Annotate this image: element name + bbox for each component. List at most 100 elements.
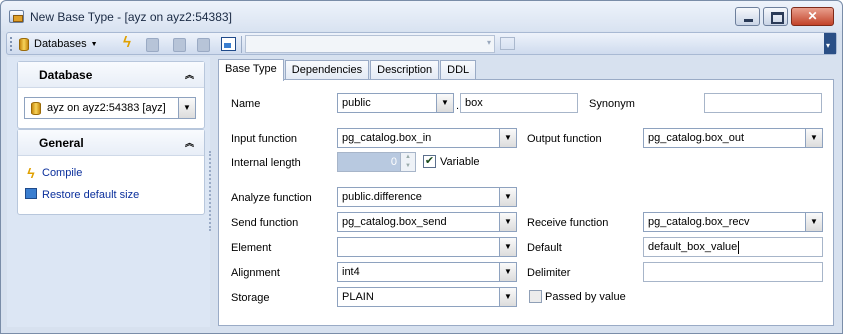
editor-window: New Base Type - [ayz on ayz2:54383] Data… bbox=[0, 0, 843, 334]
chevron-down-icon[interactable]: ▼ bbox=[499, 213, 516, 231]
chevron-down-icon[interactable]: ▼ bbox=[499, 288, 516, 306]
text-cursor bbox=[738, 240, 740, 254]
window-controls bbox=[732, 7, 834, 26]
variable-checkbox[interactable]: ✔ bbox=[423, 155, 436, 168]
window-title: New Base Type - [ayz on ayz2:54383] bbox=[30, 10, 232, 24]
internal-length-label: Internal length bbox=[231, 157, 301, 169]
compile-link[interactable]: ϟ Compile bbox=[23, 164, 204, 182]
storage-label: Storage bbox=[231, 292, 270, 304]
chevron-down-icon[interactable]: ▼ bbox=[178, 98, 195, 118]
collapse-icon[interactable]: ︽ bbox=[185, 62, 194, 88]
maximize-button[interactable] bbox=[763, 7, 788, 26]
default-input[interactable]: default_box_value bbox=[643, 237, 823, 257]
schema-value: public bbox=[342, 97, 371, 109]
alignment-value: int4 bbox=[342, 266, 360, 278]
save-icon[interactable] bbox=[146, 38, 159, 52]
analyze-function-select[interactable]: public.difference ▼ bbox=[337, 187, 517, 207]
general-panel-title: General bbox=[39, 136, 84, 150]
input-function-label: Input function bbox=[231, 133, 298, 145]
chevron-down-icon[interactable]: ▼ bbox=[499, 129, 516, 147]
delimiter-input[interactable] bbox=[643, 262, 823, 282]
print-icon[interactable] bbox=[197, 38, 210, 52]
tab-bar: Base Type Dependencies Description DDL bbox=[218, 59, 477, 81]
minimize-button[interactable] bbox=[735, 7, 760, 26]
tab-dependencies[interactable]: Dependencies bbox=[284, 60, 370, 80]
chevron-down-icon[interactable]: ▼ bbox=[805, 129, 822, 147]
database-icon bbox=[19, 37, 29, 51]
schema-select[interactable]: public ▼ bbox=[337, 93, 454, 113]
internal-length-spinner[interactable]: 0 ▲ ▼ bbox=[337, 152, 416, 172]
database-select[interactable]: ayz on ayz2:54383 [ayz] ▼ bbox=[24, 97, 196, 119]
database-icon bbox=[31, 101, 41, 115]
database-panel: Database ︽ ayz on ayz2:54383 [ayz] ▼ bbox=[17, 61, 205, 129]
chevron-down-icon[interactable]: ▼ bbox=[499, 188, 516, 206]
name-label: Name bbox=[231, 98, 261, 110]
element-select[interactable]: ▼ bbox=[337, 237, 517, 257]
send-function-label: Send function bbox=[231, 217, 299, 229]
chevron-down-icon[interactable]: ▼ bbox=[436, 94, 453, 112]
restore-default-size-label: Restore default size bbox=[42, 189, 140, 201]
chevron-down-icon[interactable]: ▼ bbox=[805, 213, 822, 231]
synonym-label: Synonym bbox=[589, 98, 635, 110]
toolbar: Databases ▼ ϟ bbox=[6, 32, 837, 55]
default-value: default_box_value bbox=[648, 241, 738, 253]
send-function-value: pg_catalog.box_send bbox=[342, 216, 447, 228]
tab-description[interactable]: Description bbox=[370, 60, 440, 80]
output-function-label: Output function bbox=[527, 133, 602, 145]
restore-size-icon bbox=[23, 188, 39, 202]
send-function-select[interactable]: pg_catalog.box_send ▼ bbox=[337, 212, 517, 232]
receive-function-select[interactable]: pg_catalog.box_recv ▼ bbox=[643, 212, 823, 232]
database-panel-header[interactable]: Database ︽ bbox=[18, 62, 204, 88]
tab-ddl[interactable]: DDL bbox=[440, 60, 477, 80]
chevron-down-icon[interactable]: ▼ bbox=[499, 263, 516, 281]
database-select-value: ayz on ayz2:54383 [ayz] bbox=[47, 102, 166, 114]
name-dot: . bbox=[456, 100, 460, 112]
passed-by-value-checkbox[interactable] bbox=[529, 290, 542, 303]
output-function-select[interactable]: pg_catalog.box_out ▼ bbox=[643, 128, 823, 148]
analyze-function-label: Analyze function bbox=[231, 192, 312, 204]
analyze-function-value: public.difference bbox=[342, 191, 422, 203]
internal-length-value: 0 bbox=[390, 156, 397, 168]
receive-function-value: pg_catalog.box_recv bbox=[648, 216, 750, 228]
restore-default-size-link[interactable]: Restore default size bbox=[23, 186, 204, 204]
navigation-sidebar: Database ︽ ayz on ayz2:54383 [ayz] ▼ Gen… bbox=[7, 57, 210, 327]
base-type-form: Name public ▼ . box Synonym Input functio… bbox=[218, 79, 834, 326]
toolbar-grip[interactable] bbox=[10, 37, 13, 51]
toolbar-options-button[interactable] bbox=[824, 33, 836, 54]
delimiter-label: Delimiter bbox=[527, 267, 571, 279]
alignment-select[interactable]: int4 ▼ bbox=[337, 262, 517, 282]
chevron-down-icon[interactable]: ▼ bbox=[499, 238, 516, 256]
passed-by-value-label: Passed by value bbox=[545, 291, 626, 303]
collapse-icon[interactable]: ︽ bbox=[185, 130, 194, 156]
storage-select[interactable]: PLAIN ▼ bbox=[337, 287, 517, 307]
synonym-input[interactable] bbox=[704, 93, 822, 113]
base-type-icon bbox=[9, 10, 24, 23]
input-function-select[interactable]: pg_catalog.box_in ▼ bbox=[337, 128, 517, 148]
input-function-value: pg_catalog.box_in bbox=[342, 132, 432, 144]
tab-base-type[interactable]: Base Type bbox=[218, 59, 284, 81]
restore-size-icon[interactable] bbox=[221, 37, 236, 51]
compile-bolt-icon[interactable]: ϟ bbox=[123, 34, 139, 51]
spinner-arrows-icon[interactable]: ▲ ▼ bbox=[400, 153, 415, 171]
toolbar-combo[interactable] bbox=[245, 35, 495, 53]
databases-label: Databases bbox=[34, 38, 87, 50]
compile-label: Compile bbox=[42, 167, 83, 179]
output-function-value: pg_catalog.box_out bbox=[648, 132, 745, 144]
close-button[interactable] bbox=[791, 7, 834, 26]
alignment-label: Alignment bbox=[231, 267, 280, 279]
general-panel: General ︽ ϟ Compile Restore default size bbox=[17, 129, 205, 215]
splitter-handle[interactable] bbox=[209, 151, 212, 231]
toolbar-separator bbox=[241, 36, 242, 53]
databases-button[interactable]: Databases ▼ bbox=[19, 36, 98, 52]
element-label: Element bbox=[231, 242, 272, 254]
chevron-down-icon: ▼ bbox=[90, 40, 98, 48]
database-panel-title: Database bbox=[39, 68, 93, 82]
grid-icon[interactable] bbox=[500, 37, 515, 50]
refresh-icon[interactable] bbox=[173, 38, 186, 52]
name-input[interactable]: box bbox=[460, 93, 578, 113]
general-panel-header[interactable]: General ︽ bbox=[18, 130, 204, 156]
bolt-icon: ϟ bbox=[27, 165, 35, 181]
title-bar: New Base Type - [ayz on ayz2:54383] bbox=[1, 1, 842, 31]
storage-value: PLAIN bbox=[342, 291, 374, 303]
default-label: Default bbox=[527, 242, 562, 254]
